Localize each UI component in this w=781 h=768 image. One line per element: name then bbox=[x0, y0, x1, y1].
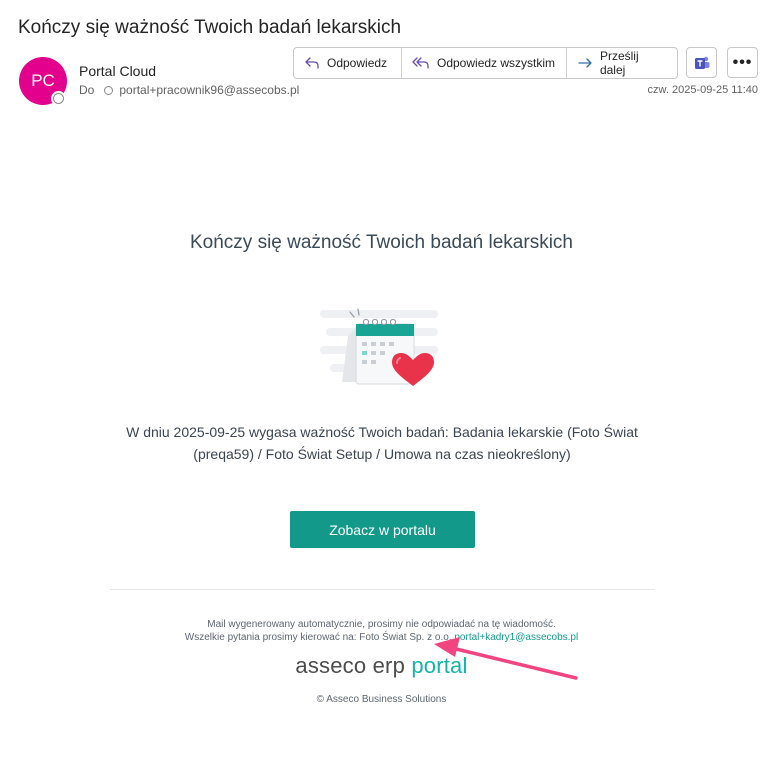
more-options-button[interactable]: ••• bbox=[727, 47, 758, 78]
contact-line: Wszelkie pytania prosimy kierować na: Fo… bbox=[0, 632, 763, 643]
contact-text: Wszelkie pytania prosimy kierować na: Fo… bbox=[184, 632, 452, 643]
email-subject: Kończy się ważność Twoich badań lekarski… bbox=[18, 17, 402, 38]
forward-label: Prześlij dalej bbox=[599, 49, 639, 77]
reply-all-button[interactable]: Odpowiedz wszystkim bbox=[402, 48, 567, 78]
brand-part-1: asseco erp bbox=[295, 653, 406, 678]
sender-name[interactable]: Portal Cloud bbox=[79, 63, 156, 79]
teams-icon bbox=[694, 56, 709, 69]
auto-mail-notice: Mail wygenerowany automatycznie, prosimy… bbox=[207, 619, 556, 630]
footer-divider bbox=[110, 589, 655, 590]
reply-all-label: Odpowiedz wszystkim bbox=[437, 56, 556, 70]
content-headline: Kończy się ważność Twoich badań lekarski… bbox=[189, 232, 573, 253]
copyright: © Asseco Business Solutions bbox=[316, 694, 447, 705]
forward-icon bbox=[578, 58, 592, 68]
to-label: Do bbox=[79, 83, 95, 97]
presence-status-icon bbox=[53, 93, 64, 104]
recipient-presence-icon bbox=[104, 85, 114, 95]
calendar-heart-icon bbox=[320, 308, 438, 386]
reply-actions-group: Odpowiedz Odpowiedz wszystkim Prześlij d… bbox=[293, 47, 678, 79]
brand-part-2: portal bbox=[411, 653, 468, 678]
body-line-2: (preqa59) / Foto Świat Setup / Umowa na … bbox=[193, 446, 571, 462]
contact-email-link[interactable]: portal+kadry1@assecobs.pl bbox=[454, 632, 578, 643]
brand-logo: asseco erp portal bbox=[0, 653, 763, 679]
reply-all-icon bbox=[412, 57, 429, 69]
reply-button[interactable]: Odpowiedz bbox=[294, 48, 402, 78]
reply-icon bbox=[305, 57, 319, 69]
body-line-1: W dniu 2025-09-25 wygasa ważność Twoich … bbox=[126, 424, 638, 440]
open-portal-button[interactable]: Zobacz w portalu bbox=[290, 511, 475, 548]
recipient-address[interactable]: portal+pracownik96@assecobs.pl bbox=[119, 83, 299, 97]
forward-button[interactable]: Prześlij dalej bbox=[567, 48, 677, 78]
content-body: W dniu 2025-09-25 wygasa ważność Twoich … bbox=[112, 421, 652, 465]
email-date: czw. 2025-09-25 11:40 bbox=[647, 84, 758, 96]
recipient-row: Do portal+pracownik96@assecobs.pl bbox=[79, 83, 299, 97]
teams-button[interactable] bbox=[686, 47, 717, 78]
reply-label: Odpowiedz bbox=[327, 56, 388, 70]
